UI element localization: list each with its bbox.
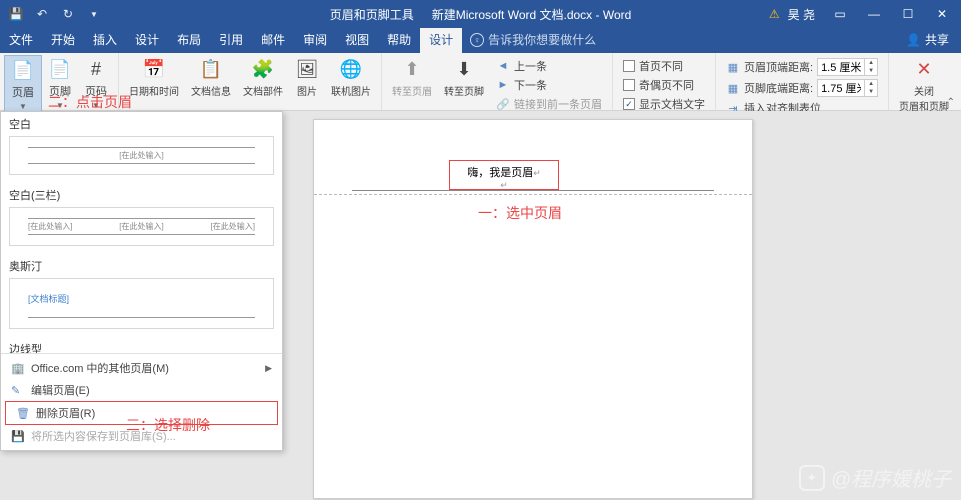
docinfo-icon: 📋 <box>199 57 223 81</box>
next-button[interactable]: ►下一条 <box>494 76 604 94</box>
online-pictures-icon: 🌐 <box>339 57 363 81</box>
prev-icon: ◄ <box>496 59 510 73</box>
ruler-icon: ▦ <box>726 81 740 95</box>
watermark-logo-icon: ✦ <box>799 465 825 491</box>
quick-access-toolbar: 💾 ↶ ↻ ▼ <box>0 4 104 24</box>
close-window-icon[interactable]: ✕ <box>927 1 957 27</box>
group-position: ▦ 页眉顶端距离: ▲▼ ▦ 页脚底端距离: ▲▼ ⇥插入对齐制表位 位置 <box>716 53 889 110</box>
header-top-distance: ▦ 页眉顶端距离: ▲▼ <box>724 57 880 77</box>
page-header-region[interactable]: 嗨，我是页眉↵ ↵ <box>314 120 752 195</box>
titlebar: 💾 ↶ ↻ ▼ 页眉和页脚工具 新建Microsoft Word 文档.docx… <box>0 0 961 28</box>
tab-layout[interactable]: 布局 <box>168 26 210 53</box>
tab-insert[interactable]: 插入 <box>84 26 126 53</box>
document-title: 新建Microsoft Word 文档.docx - Word <box>432 6 632 23</box>
different-first-checkbox[interactable]: 首页不同 <box>621 57 707 75</box>
watermark: ✦ @程序媛桃子 <box>799 463 951 492</box>
goto-header-button[interactable]: ⬆ 转至页眉 <box>386 55 438 115</box>
tab-headerfooter-design[interactable]: 设计 <box>420 26 462 53</box>
calendar-icon: 📅 <box>142 57 166 81</box>
chevron-right-icon: ▶ <box>265 363 272 374</box>
quickparts-icon: 🧩 <box>251 57 275 81</box>
goto-header-icon: ⬆ <box>400 57 424 81</box>
maximize-icon[interactable]: ☐ <box>893 1 923 27</box>
chevron-down-icon: ▼ <box>19 102 27 111</box>
more-from-office-menuitem[interactable]: 🏢 Office.com 中的其他页眉(M) ▶ <box>1 357 282 379</box>
next-icon: ► <box>496 78 510 92</box>
header-content[interactable]: 嗨，我是页眉↵ ↵ <box>449 160 559 190</box>
quickparts-button[interactable]: 🧩 文档部件 <box>237 55 289 108</box>
share-icon: 👤 <box>906 33 921 47</box>
tab-design[interactable]: 设计 <box>126 26 168 53</box>
pictures-button[interactable]: 🖼 图片 <box>289 55 325 108</box>
warning-icon[interactable]: ⚠ <box>769 7 780 21</box>
goto-footer-icon: ⬇ <box>452 57 476 81</box>
link-icon: 🔗 <box>496 97 510 111</box>
collapse-ribbon-icon[interactable]: ⌃ <box>947 97 955 108</box>
context-tool-label: 页眉和页脚工具 <box>330 6 414 23</box>
remove-icon: 🗑 <box>16 407 30 420</box>
ribbon-tabs: 文件 开始 插入 设计 布局 引用 邮件 审阅 视图 帮助 设计 ♀ 告诉我你想… <box>0 28 961 53</box>
tell-me-placeholder: 告诉我你想要做什么 <box>488 31 596 48</box>
gallery-scroll[interactable]: 空白 [在此处输入] 空白(三栏) [在此处输入][在此处输入][在此处输入] … <box>1 112 282 353</box>
page-number-icon: # <box>84 57 108 81</box>
undo-icon[interactable]: ↶ <box>32 4 52 24</box>
header-gallery-dropdown: 空白 [在此处输入] 空白(三栏) [在此处输入][在此处输入][在此处输入] … <box>0 111 283 451</box>
lightbulb-icon: ♀ <box>470 33 484 47</box>
goto-footer-button[interactable]: ⬇ 转至页脚 <box>438 55 490 115</box>
ruler-icon: ▦ <box>726 60 740 74</box>
tab-view[interactable]: 视图 <box>336 26 378 53</box>
tell-me-search[interactable]: ♀ 告诉我你想要做什么 <box>462 26 604 53</box>
annotation-step3: 三：选择删除 <box>126 415 210 435</box>
minimize-icon[interactable]: — <box>859 1 889 27</box>
tab-review[interactable]: 审阅 <box>294 26 336 53</box>
tab-mailings[interactable]: 邮件 <box>252 26 294 53</box>
group-insert: 📅 日期和时间 📋 文档信息 🧩 文档部件 🖼 图片 🌐 联机图片 <box>119 53 382 110</box>
group-navigation: ⬆ 转至页眉 ⬇ 转至页脚 ◄上一条 ►下一条 🔗链接到前一条页眉 导航 <box>382 53 613 110</box>
annotation-step1: 一：选中页眉 <box>478 203 562 223</box>
preset-blank[interactable]: 空白 [在此处输入] <box>1 112 282 175</box>
pictures-icon: 🖼 <box>295 57 319 81</box>
save-icon[interactable]: 💾 <box>6 4 26 24</box>
tab-help[interactable]: 帮助 <box>378 26 420 53</box>
previous-button[interactable]: ◄上一条 <box>494 57 604 75</box>
tab-home[interactable]: 开始 <box>42 26 84 53</box>
footer-bottom-spinner[interactable]: ▲▼ <box>817 79 878 97</box>
group-options: 首页不同 奇偶页不同 ✓显示文档文字 选项 <box>613 53 716 110</box>
edit-icon: ✎ <box>11 384 25 397</box>
save-gallery-icon: 💾 <box>11 430 25 443</box>
ribbon-options-icon[interactable]: ▭ <box>825 1 855 27</box>
online-pictures-button[interactable]: 🌐 联机图片 <box>325 55 377 108</box>
header-button[interactable]: 📄 页眉 ▼ <box>4 55 42 114</box>
office-icon: 🏢 <box>11 362 25 375</box>
ribbon: 📄 页眉 ▼ 📄 页脚 ▼ # 页码 ▼ 📅 日期和时间 📋 <box>0 53 961 111</box>
tab-file[interactable]: 文件 <box>0 26 42 53</box>
share-label: 共享 <box>925 31 949 48</box>
gallery-footer-menu: 🏢 Office.com 中的其他页眉(M) ▶ ✎ 编辑页眉(E) 🗑 删除页… <box>1 353 282 450</box>
header-underline <box>352 190 714 191</box>
close-icon: ✕ <box>912 57 936 81</box>
document-area: 嗨，我是页眉↵ ↵ 一：选中页眉 <box>283 111 961 500</box>
different-odd-even-checkbox[interactable]: 奇偶页不同 <box>621 76 707 94</box>
footer-icon: 📄 <box>48 57 72 81</box>
datetime-button[interactable]: 📅 日期和时间 <box>123 55 185 108</box>
share-button[interactable]: 👤 共享 <box>894 26 961 53</box>
preset-austin[interactable]: 奥斯汀 [文档标题] <box>1 254 282 329</box>
tab-references[interactable]: 引用 <box>210 26 252 53</box>
redo-icon[interactable]: ↻ <box>58 4 78 24</box>
header-top-spinner[interactable]: ▲▼ <box>817 58 878 76</box>
document-page[interactable]: 嗨，我是页眉↵ ↵ <box>313 119 753 499</box>
annotation-step2: 二：点击页眉 <box>48 92 132 112</box>
edit-header-menuitem[interactable]: ✎ 编辑页眉(E) <box>1 379 282 401</box>
docinfo-button[interactable]: 📋 文档信息 <box>185 55 237 108</box>
header-icon: 📄 <box>11 58 35 82</box>
preset-blank-3col[interactable]: 空白(三栏) [在此处输入][在此处输入][在此处输入] <box>1 183 282 246</box>
footer-bottom-distance: ▦ 页脚底端距离: ▲▼ <box>724 78 880 98</box>
qat-dropdown-icon[interactable]: ▼ <box>84 4 104 24</box>
preset-border[interactable]: 边线型 [文档标题] <box>1 337 282 353</box>
user-name[interactable]: 昊 尧 <box>788 6 815 23</box>
